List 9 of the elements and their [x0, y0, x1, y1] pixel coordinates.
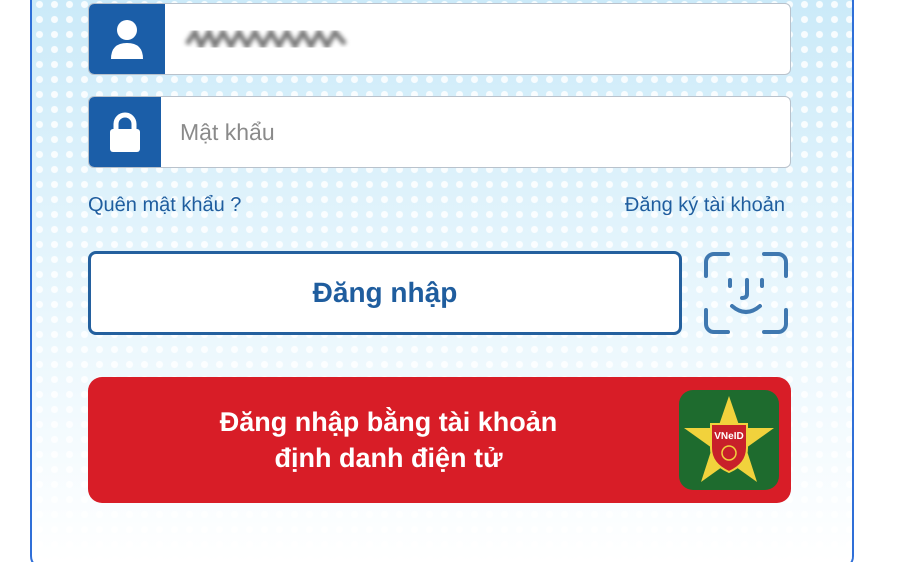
- lock-icon: [108, 112, 142, 152]
- forgot-password-link[interactable]: Quên mật khẩu ?: [88, 190, 242, 220]
- login-button[interactable]: Đăng nhập: [88, 251, 682, 335]
- vneid-logo: VNeID: [679, 390, 779, 490]
- face-id-icon[interactable]: [702, 250, 790, 336]
- register-link[interactable]: Đăng ký tài khoản: [624, 190, 785, 220]
- vneid-login-button[interactable]: Đăng nhập bằng tài khoản định danh điện tử VNeID: [88, 377, 791, 503]
- user-icon: [109, 19, 145, 59]
- username-field[interactable]: [88, 3, 791, 75]
